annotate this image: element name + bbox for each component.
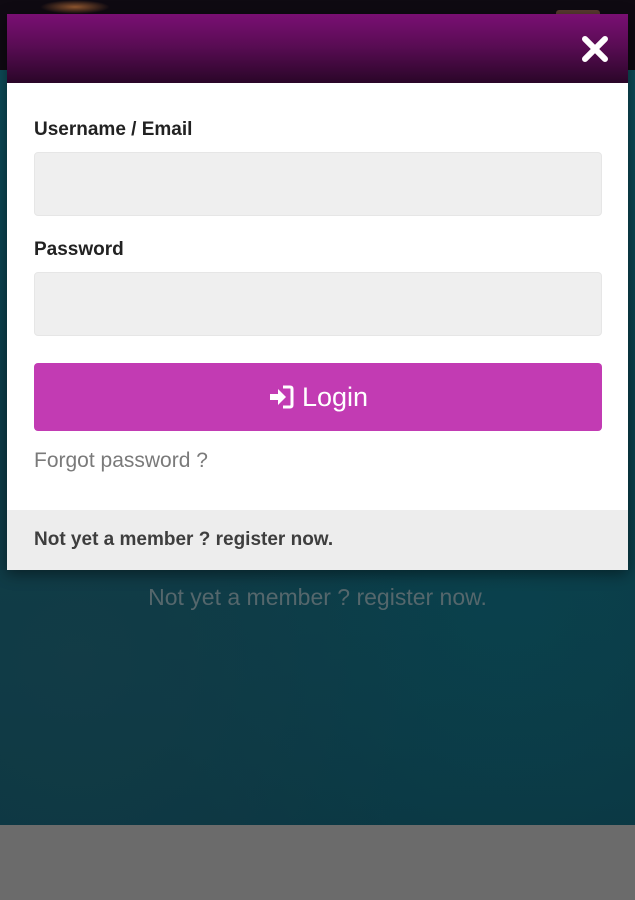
password-input[interactable] xyxy=(34,272,602,336)
modal-body: Username / Email Password Login Forgot p… xyxy=(7,83,628,473)
modal-footer: Not yet a member ? register now. xyxy=(7,510,628,570)
username-input[interactable] xyxy=(34,152,602,216)
background-logo-glow xyxy=(40,0,110,14)
login-button-label: Login xyxy=(301,381,369,412)
password-label: Password xyxy=(34,239,124,260)
username-label: Username / Email xyxy=(34,119,193,140)
login-button[interactable]: Login xyxy=(34,363,602,431)
background-footer xyxy=(0,825,635,900)
register-link[interactable]: Not yet a member ? register now. xyxy=(34,529,333,551)
close-icon xyxy=(582,36,608,62)
background-register-text: Not yet a member ? register now. xyxy=(148,584,487,610)
forgot-password-link[interactable]: Forgot password ? xyxy=(34,449,208,473)
page: Not yet a member ? register now. Usernam… xyxy=(0,0,635,900)
modal-header xyxy=(7,14,628,83)
close-button[interactable] xyxy=(580,34,610,64)
login-modal: Username / Email Password Login Forgot p… xyxy=(7,14,628,570)
sign-in-icon xyxy=(268,384,294,410)
